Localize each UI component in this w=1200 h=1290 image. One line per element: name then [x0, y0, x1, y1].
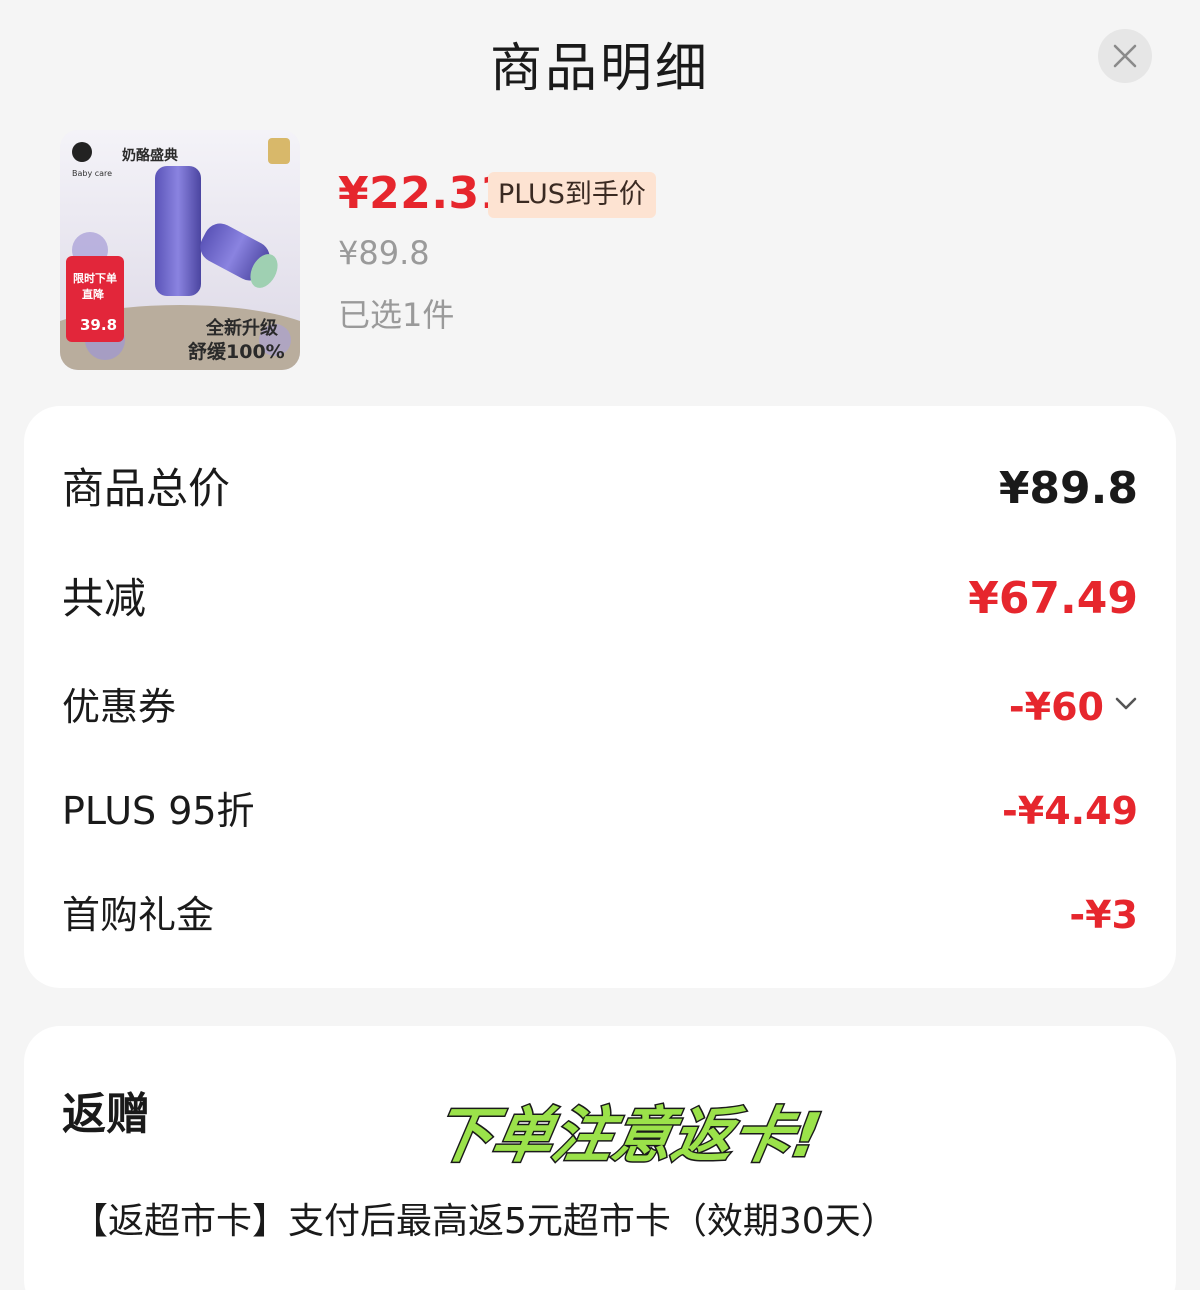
headline2: 舒缓100% [188, 340, 285, 363]
return-card-sticker: 下单注意返卡! [425, 1100, 828, 1172]
total-price-row: 商品总价 ¥89.8 [62, 454, 1138, 524]
total-price-label: 商品总价 [62, 464, 231, 513]
plus-discount-value: -¥4.49 [1002, 789, 1138, 833]
coupon-label: 优惠券 [62, 685, 177, 729]
coupon-row[interactable]: 优惠券 -¥60 [62, 672, 1138, 742]
final-price: ¥22.31 [338, 168, 511, 219]
original-price: ¥89.8 [338, 234, 430, 272]
product-image-art: Baby care 奶酪盛典 限时下单 直降 39.8 全新升级 舒缓100% [60, 130, 300, 370]
total-price-value: ¥89.8 [998, 463, 1138, 514]
first-purchase-gift-value: -¥3 [1069, 893, 1138, 937]
headline1: 全新升级 [205, 317, 279, 339]
first-purchase-gift-label: 首购礼金 [62, 893, 215, 937]
promo-price: 39.8 [80, 316, 117, 334]
plus-discount-label: PLUS 95折 [62, 789, 255, 833]
total-reduction-row: 共减 ¥67.49 [62, 564, 1138, 634]
sheet-header: 商品明细 [0, 0, 1200, 112]
banner-text: 奶酪盛典 [122, 147, 178, 164]
detail-sheet: 商品明细 Baby care 奶酪盛典 限时下单 直降 39.8 全新升级 舒缓… [0, 0, 1200, 1290]
sticker-text: 下单注意返卡! [427, 1101, 827, 1170]
gift-description: 【返超市卡】支付后最高返5元超市卡（效期30天） [72, 1201, 897, 1242]
total-reduction-value: ¥67.49 [968, 573, 1138, 624]
price-breakdown-card: 商品总价 ¥89.8 共减 ¥67.49 优惠券 -¥60 PLUS 95折 -… [24, 406, 1176, 988]
close-icon [1113, 44, 1137, 68]
sheet-title: 商品明细 [489, 39, 710, 99]
first-purchase-gift-row: 首购礼金 -¥3 [62, 880, 1138, 950]
brand-text: Baby care [72, 169, 112, 178]
close-button[interactable] [1098, 29, 1152, 83]
plus-price-tag: PLUS到手价 [488, 172, 656, 218]
promo-line2: 直降 [82, 287, 105, 301]
product-summary: Baby care 奶酪盛典 限时下单 直降 39.8 全新升级 舒缓100% … [0, 128, 1200, 378]
chevron-down-icon[interactable] [1114, 696, 1138, 712]
total-reduction-label: 共减 [62, 574, 147, 623]
plus-discount-row: PLUS 95折 -¥4.49 [62, 776, 1138, 846]
coupon-value: -¥60 [1008, 685, 1104, 729]
product-image[interactable]: Baby care 奶酪盛典 限时下单 直降 39.8 全新升级 舒缓100% [60, 130, 300, 370]
gift-card: 返赠 下单注意返卡! 【返超市卡】支付后最高返5元超市卡（效期30天） [24, 1026, 1176, 1290]
promo-line1: 限时下单 [73, 271, 117, 285]
gift-title: 返赠 [62, 1089, 150, 1140]
selected-count: 已选1件 [338, 296, 455, 334]
